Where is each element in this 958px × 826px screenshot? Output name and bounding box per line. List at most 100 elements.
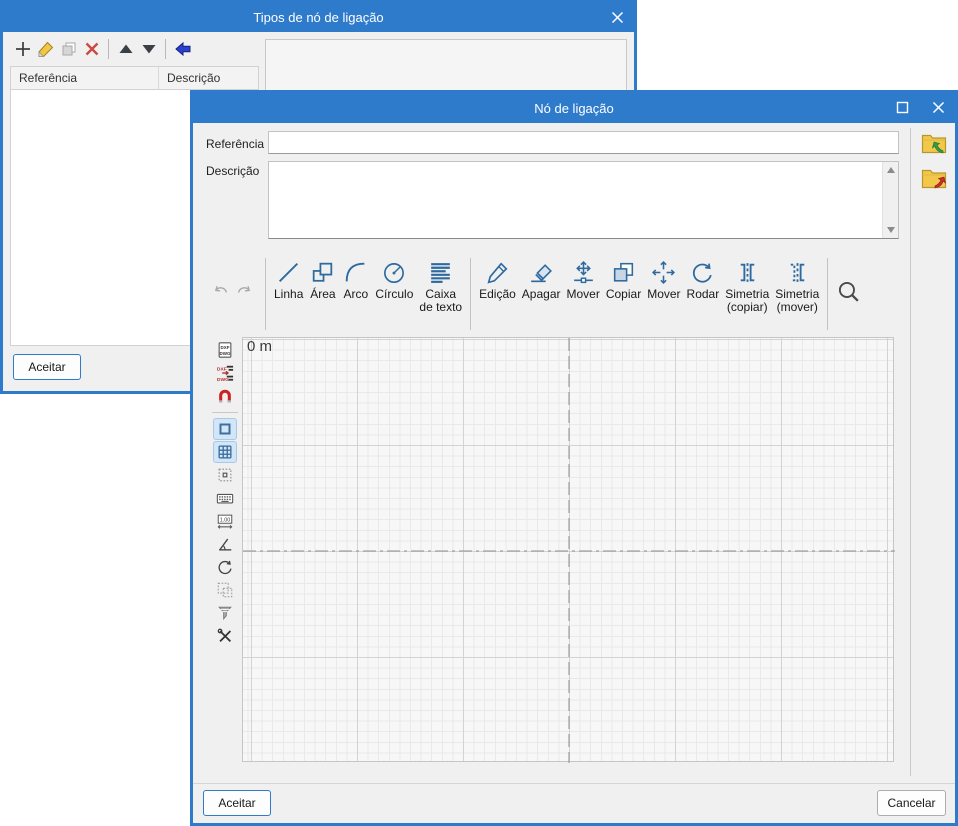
tool-label: Arco <box>343 287 369 301</box>
ortho-square-button[interactable] <box>213 418 237 440</box>
dimension-button[interactable] <box>213 510 237 532</box>
add-icon <box>14 40 32 58</box>
dialog-title: Tipos de nó de ligação <box>253 10 384 25</box>
drawing-canvas[interactable]: 0 m <box>242 337 895 763</box>
ortho-square-icon <box>216 420 234 438</box>
orbit-icon <box>216 558 234 576</box>
cancel-button[interactable]: Cancelar <box>877 790 946 816</box>
circulo-icon <box>381 259 408 286</box>
delete-button[interactable] <box>80 38 103 61</box>
tool-arco[interactable]: Arco <box>339 255 372 301</box>
import-folder-button[interactable] <box>919 129 949 157</box>
caixa-texto-icon <box>427 259 454 286</box>
side-separator <box>910 128 911 776</box>
selection-window-icon <box>216 581 234 599</box>
mover-icon <box>650 259 677 286</box>
close-button[interactable] <box>600 3 634 32</box>
move-down-button[interactable] <box>137 38 160 61</box>
axes-crosshair <box>243 338 895 763</box>
orbit-button[interactable] <box>213 556 237 578</box>
move-up-icon <box>117 40 135 58</box>
dxf-dwg-layers-icon <box>216 364 234 382</box>
titlebar[interactable]: Nó de ligação <box>193 93 955 123</box>
tool-caixa-texto[interactable]: Caixa de texto <box>416 255 465 314</box>
apagar-icon <box>528 259 555 286</box>
redo-button[interactable] <box>234 281 254 301</box>
keyboard-coords-button[interactable] <box>213 487 237 509</box>
filter-button[interactable] <box>213 602 237 624</box>
filter-icon <box>216 604 234 622</box>
tool-label: Copiar <box>605 287 642 301</box>
toolbar-separator <box>265 258 266 330</box>
add-button[interactable] <box>11 38 34 61</box>
maximize-icon <box>896 101 909 114</box>
tool-label: Rodar <box>686 287 720 301</box>
tool-label: Área <box>310 287 336 301</box>
dialog-no-de-ligacao: Nó de ligação Referência Descrição Linha… <box>190 90 958 826</box>
tools-row: Linha Área Arco Círculo Caixa de texto Edição A… <box>271 255 822 330</box>
edicao-icon <box>484 259 511 286</box>
tool-mover-no[interactable]: Mover <box>564 255 603 301</box>
edit-icon <box>37 40 55 58</box>
tool-circulo[interactable]: Círculo <box>372 255 416 301</box>
accept-button[interactable]: Aceitar <box>203 790 271 816</box>
tool-simetria-copiar[interactable]: Simetria (copiar) <box>722 255 772 314</box>
tool-label: (mover) <box>776 300 818 314</box>
duplicate-button[interactable] <box>57 38 80 61</box>
description-scrollbar[interactable] <box>882 162 898 238</box>
undo-icon <box>211 281 231 301</box>
toolbar-separator <box>165 39 166 59</box>
edit-button[interactable] <box>34 38 57 61</box>
selection-window-button[interactable] <box>213 579 237 601</box>
undo-button[interactable] <box>211 281 231 301</box>
close-icon <box>611 11 624 24</box>
move-up-button[interactable] <box>114 38 137 61</box>
delete-icon <box>83 40 101 58</box>
close-icon <box>932 101 945 114</box>
search-zoom-button[interactable] <box>833 277 863 307</box>
tool-copiar[interactable]: Copiar <box>603 255 644 301</box>
snap-tools-strip <box>208 339 242 648</box>
grid-button[interactable] <box>213 441 237 463</box>
close-button[interactable] <box>921 93 955 122</box>
snap-grid-points-button[interactable] <box>213 464 237 486</box>
tool-rodar[interactable]: Rodar <box>684 255 723 301</box>
tool-label: Mover <box>647 287 681 301</box>
move-down-icon <box>140 40 158 58</box>
description-input[interactable] <box>269 162 883 238</box>
angle-icon <box>216 535 234 553</box>
snap-magnet-button[interactable] <box>213 385 237 407</box>
angle-button[interactable] <box>213 533 237 555</box>
titlebar[interactable]: Tipos de nó de ligação <box>3 3 634 32</box>
description-field <box>268 161 899 239</box>
node-types-toolbar <box>11 36 194 62</box>
tools-config-icon <box>216 627 234 645</box>
accept-button[interactable]: Aceitar <box>13 354 81 380</box>
tool-label: (copiar) <box>726 300 768 314</box>
export-folder-icon <box>921 167 947 190</box>
reference-input[interactable] <box>268 131 899 154</box>
back-button[interactable] <box>171 38 194 61</box>
maximize-button[interactable] <box>885 93 919 122</box>
tool-label: de texto <box>419 300 463 314</box>
scroll-down-button[interactable] <box>883 222 899 238</box>
grid-icon <box>216 443 234 461</box>
tool-mover[interactable]: Mover <box>644 255 683 301</box>
tool-label: Apagar <box>521 287 561 301</box>
tool-area[interactable]: Área <box>306 255 339 301</box>
tool-simetria-mover[interactable]: Simetria (mover) <box>772 255 822 314</box>
tool-linha[interactable]: Linha <box>271 255 306 301</box>
simetria-mover-icon <box>784 259 811 286</box>
dxf-dwg-file-button[interactable] <box>213 339 237 361</box>
scroll-up-button[interactable] <box>883 162 899 178</box>
column-header-descricao[interactable]: Descrição <box>159 67 220 89</box>
tools-config-button[interactable] <box>213 625 237 647</box>
tool-apagar[interactable]: Apagar <box>519 255 564 301</box>
export-folder-button[interactable] <box>919 164 949 192</box>
dxf-dwg-layers-button[interactable] <box>213 362 237 384</box>
column-header-referencia[interactable]: Referência <box>11 67 159 89</box>
arrow-down-icon <box>887 227 895 233</box>
tool-edicao[interactable]: Edição <box>476 255 519 301</box>
footer-separator <box>193 783 955 784</box>
snap-magnet-icon <box>216 387 234 405</box>
